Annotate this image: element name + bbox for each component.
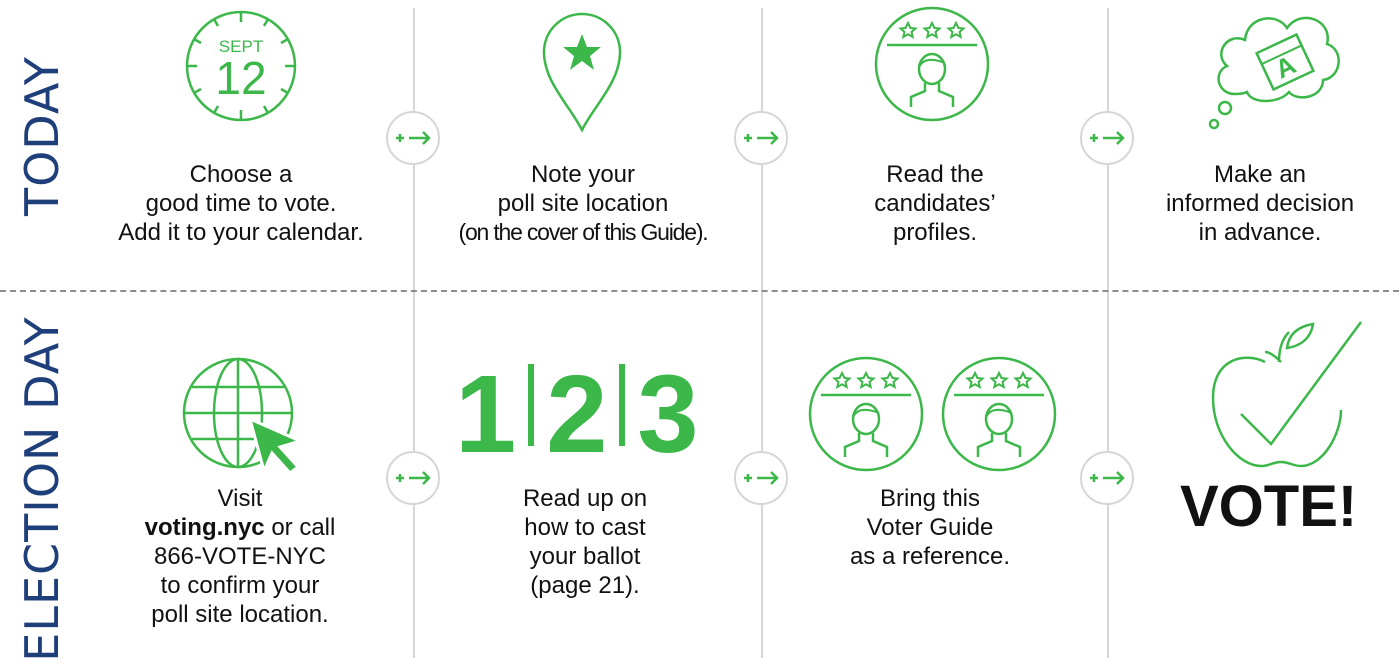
caption-line: candidates’: [874, 190, 996, 217]
caption-line: Read the: [886, 161, 984, 188]
caption-line: Note your: [530, 161, 636, 188]
steps-1-2-3: 123: [455, 360, 699, 470]
number-separator: [528, 364, 535, 446]
caption-line: poll site location.: [151, 601, 329, 628]
calendar-day: 12: [215, 52, 266, 104]
apple-check-icon: [1211, 321, 1363, 468]
election-day-row-label: ELECTION DAY: [15, 316, 69, 662]
vote-heading: VOTE!: [1180, 474, 1358, 539]
plus-arrow-icon: [386, 451, 440, 505]
step-cast-ballot-caption: Read up on how to cast your ballot (page…: [450, 484, 720, 600]
caption-line: Choose a: [189, 161, 293, 188]
column-divider-2: [761, 8, 763, 658]
step-candidate-profiles-caption: Read the candidates’ profiles.: [800, 160, 1070, 247]
caption-line: (page 21).: [530, 572, 640, 599]
caption-line: 866-VOTE-NYC: [153, 543, 327, 570]
step-poll-site-caption: Note your poll site location (on the cov…: [420, 160, 746, 247]
caption-line: Visit: [217, 485, 263, 512]
map-pin-star-icon: [542, 12, 622, 133]
step-choose-time-caption: Choose a good time to vote. Add it to yo…: [100, 160, 382, 247]
caption-line: poll site location: [497, 190, 669, 217]
voting-nyc-link[interactable]: voting.nyc: [145, 514, 265, 541]
step-visit-website-caption: Visit voting.nyc or call 866-VOTE-NYC to…: [105, 484, 375, 629]
plus-arrow-icon: [386, 111, 440, 165]
caption-line: voting.nyc or call: [105, 513, 375, 542]
caption-line: Read up on: [522, 485, 648, 512]
caption-line: to confirm your: [160, 572, 320, 599]
caption-line: how to cast: [524, 514, 646, 541]
caption-line: Bring this: [879, 485, 981, 512]
caption-line: informed decision: [1165, 190, 1355, 217]
caption-line: (on the cover of this Guide).: [458, 219, 708, 245]
candidate-profile-icon: [808, 356, 924, 472]
step-number-2: 2: [546, 353, 608, 476]
caption-line: Add it to your calendar.: [118, 219, 364, 246]
today-row-label: TODAY: [15, 56, 69, 216]
caption-line: Voter Guide: [866, 514, 994, 541]
number-separator: [619, 364, 626, 446]
caption-line: Make an: [1213, 161, 1307, 188]
column-divider-3: [1107, 8, 1109, 658]
clock-calendar-icon: SEPT 12: [185, 10, 297, 122]
caption-line: your ballot: [529, 543, 641, 570]
plus-arrow-icon: [1080, 111, 1134, 165]
candidate-profile-icon: [941, 356, 1057, 472]
thought-bubble-ballot-icon: A: [1208, 16, 1340, 130]
candidate-profile-icon: [874, 6, 990, 122]
globe-cursor-icon: [182, 357, 305, 475]
caption-line: good time to vote.: [145, 190, 337, 217]
caption-text: or call: [264, 514, 336, 541]
row-divider-dashed: [0, 290, 1399, 292]
step-number-1: 1: [455, 353, 517, 476]
plus-arrow-icon: [734, 451, 788, 505]
step-bring-guide-caption: Bring this Voter Guide as a reference.: [795, 484, 1065, 571]
caption-line: as a reference.: [849, 543, 1011, 570]
caption-line: in advance.: [1198, 219, 1322, 246]
step-number-3: 3: [637, 353, 699, 476]
column-divider-1: [413, 8, 415, 658]
caption-line: profiles.: [892, 219, 978, 246]
step-informed-decision-caption: Make an informed decision in advance.: [1125, 160, 1395, 247]
plus-arrow-icon: [1080, 451, 1134, 505]
plus-arrow-icon: [734, 111, 788, 165]
